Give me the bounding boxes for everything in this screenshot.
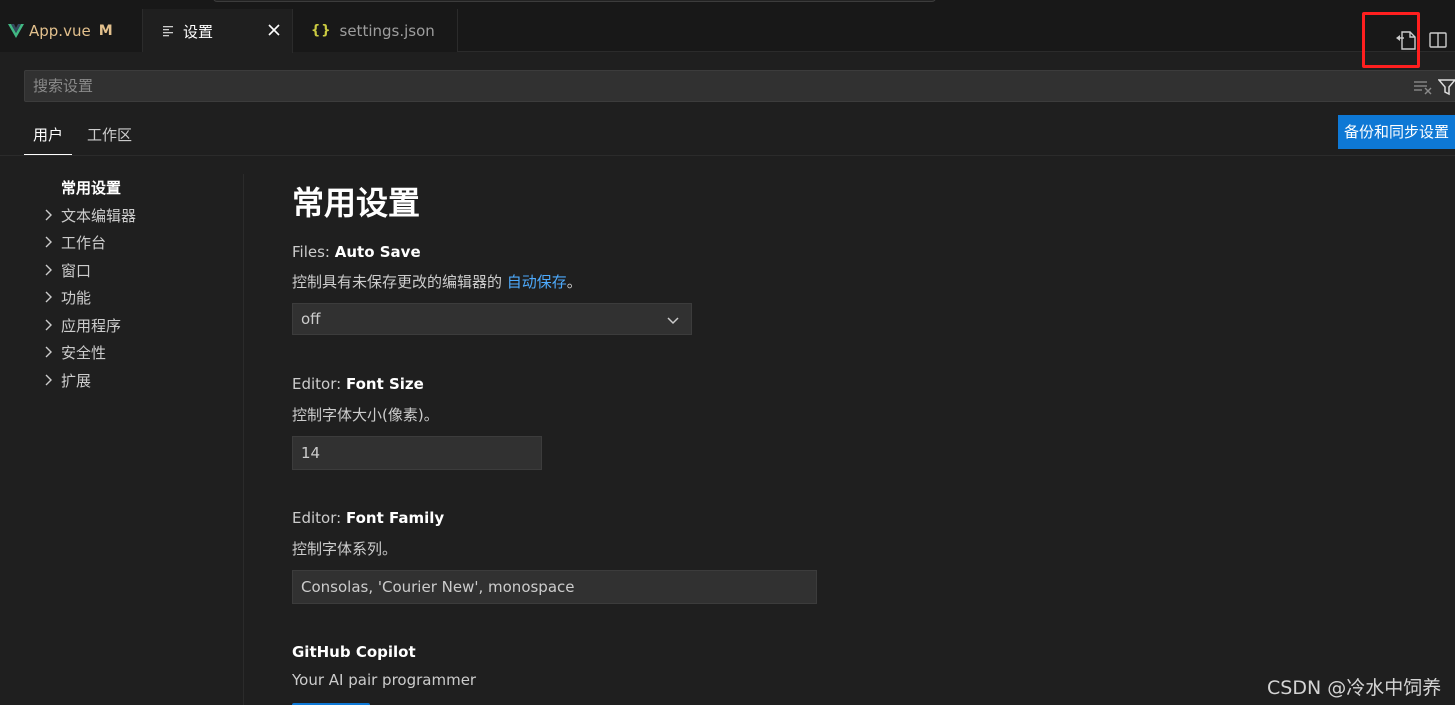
toc-item-label: 文本编辑器 — [61, 206, 137, 225]
title-bar — [0, 0, 1455, 9]
setting-description: 控制字体系列。 — [292, 540, 398, 558]
toc-item-label: 工作台 — [61, 233, 107, 252]
tab-label: settings.json — [339, 21, 435, 40]
select-value: off — [301, 310, 321, 328]
auto-save-link[interactable]: 自动保存 — [507, 273, 567, 291]
split-editor-icon[interactable] — [1428, 30, 1448, 50]
tab-user[interactable]: 用户 — [24, 124, 73, 155]
toc-item-commonly-used[interactable]: 常用设置 — [61, 175, 121, 199]
toc-item-label: 应用程序 — [61, 316, 122, 335]
toc-item[interactable]: 安全性 — [40, 340, 106, 364]
clear-filter-icon[interactable] — [1413, 79, 1433, 95]
setting-title: Editor: Font Size — [292, 375, 424, 393]
setting-name: Font Size — [345, 375, 424, 393]
tab-label: 设置 — [183, 22, 214, 41]
font-size-input[interactable]: 14 — [292, 436, 542, 470]
auto-save-select[interactable]: off — [292, 303, 692, 335]
toc-item-label: 安全性 — [61, 343, 107, 362]
toc-item-label: 扩展 — [61, 371, 92, 390]
chevron-right-icon — [45, 264, 52, 276]
close-icon[interactable] — [266, 22, 282, 38]
tab-app-vue[interactable]: App.vue M — [0, 9, 143, 52]
settings-search — [24, 70, 1455, 102]
chevron-right-icon — [45, 374, 52, 386]
toc-item-label: 窗口 — [61, 261, 92, 280]
font-family-input[interactable]: Consolas, 'Courier New', monospace — [292, 570, 817, 604]
tab-workspace[interactable]: 工作区 — [78, 124, 141, 155]
setting-title: GitHub Copilot — [292, 643, 416, 661]
section-title: 常用设置 — [292, 184, 421, 222]
setting-description: Your AI pair programmer — [292, 671, 477, 689]
filter-icon[interactable] — [1438, 78, 1455, 96]
chevron-right-icon — [45, 291, 52, 303]
toc-item[interactable]: 应用程序 — [40, 313, 121, 337]
vue-icon — [8, 23, 24, 38]
search-input[interactable] — [25, 71, 1405, 101]
settings-editor-window: App.vue M 设置 {} settings.json 搜索设置 用户 工作… — [0, 0, 1455, 705]
setting-name: Font Family — [345, 509, 445, 527]
setting-category: Files: — [292, 243, 335, 261]
editor-tab-bar: App.vue M 设置 {} settings.json — [0, 9, 1455, 68]
modified-badge: M — [98, 22, 113, 39]
settings-lines-icon — [163, 26, 173, 37]
chevron-right-icon — [45, 209, 52, 221]
settings-toc: 常用设置 文本编辑器 工作台 窗口 功能 应用程序 安全性 扩展 — [0, 174, 244, 705]
setting-description: 控制具有未保存更改的编辑器的 自动保存。 — [292, 271, 582, 292]
setting-category: Editor: — [292, 509, 346, 527]
desc-text: 。 — [566, 273, 582, 291]
toc-item[interactable]: 扩展 — [40, 368, 91, 392]
toc-item[interactable]: 工作台 — [40, 230, 106, 254]
setting-description: 控制字体大小(像素)。 — [292, 406, 439, 424]
chevron-down-icon — [667, 317, 679, 325]
chevron-right-icon — [45, 319, 52, 331]
toc-item[interactable]: 功能 — [40, 285, 91, 309]
tab-label: App.vue — [29, 21, 91, 40]
watermark: CSDN @冷水中饲养 — [1267, 677, 1442, 699]
desc-text: 控制具有未保存更改的编辑器的 — [292, 273, 507, 291]
command-center[interactable] — [213, 0, 936, 2]
chevron-right-icon — [45, 346, 52, 358]
toc-item[interactable]: 文本编辑器 — [40, 203, 136, 227]
chevron-right-icon — [45, 236, 52, 248]
tab-settings-json[interactable]: {} settings.json — [293, 9, 458, 52]
setting-name: Auto Save — [334, 243, 421, 261]
backup-sync-button[interactable]: 备份和同步设置 — [1338, 115, 1455, 149]
setting-category: Editor: — [292, 375, 346, 393]
settings-scope-tabs: 用户 工作区 — [0, 116, 1455, 156]
setting-name: GitHub Copilot — [292, 643, 416, 661]
braces-icon: {} — [311, 23, 332, 38]
highlight-box — [1362, 12, 1420, 68]
setting-title: Files: Auto Save — [292, 243, 421, 261]
toc-item-label: 功能 — [61, 288, 92, 307]
toc-item[interactable]: 窗口 — [40, 258, 91, 282]
setting-title: Editor: Font Family — [292, 509, 444, 527]
tab-settings[interactable]: 设置 — [143, 9, 293, 53]
